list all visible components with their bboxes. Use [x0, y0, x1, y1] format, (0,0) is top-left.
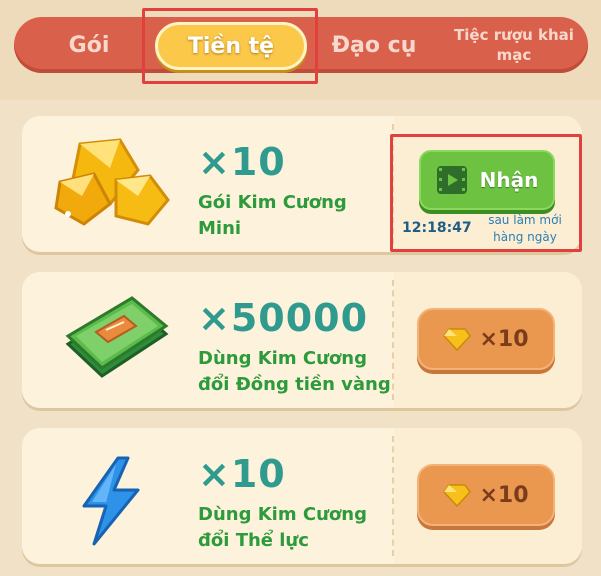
refresh-line1: sau làm mới: [488, 213, 562, 227]
offer-amount: ×10: [198, 140, 286, 184]
tab-party-label-line1: Tiệc rượu khai: [454, 26, 574, 44]
offer-description: Dùng Kim Cương đổi Đồng tiền vàng: [198, 346, 398, 398]
tab-party-label-line2: mạc: [496, 46, 532, 64]
offer-desc-line1: Gói Kim Cương: [198, 192, 347, 213]
tab-items-label: Đạo cụ: [331, 32, 417, 58]
tab-items[interactable]: Đạo cụ: [319, 17, 429, 73]
offer-description: Gói Kim Cương Mini: [198, 190, 398, 242]
cash-stack-icon: [65, 296, 169, 378]
buy-button[interactable]: ×10: [417, 308, 555, 370]
tab-currency-label: Tiền tệ: [187, 33, 275, 59]
diamond-icon: [443, 328, 472, 351]
diamond-icon: [443, 484, 472, 507]
lightning-icon: [82, 456, 140, 546]
price-label: ×10: [479, 482, 529, 508]
offer-amount: ×50000: [198, 296, 369, 340]
refresh-line2: hàng ngày: [493, 230, 557, 244]
price-label: ×10: [479, 326, 529, 352]
offer-desc-line1: Dùng Kim Cương: [198, 348, 367, 369]
gold-diamonds-icon: [54, 138, 170, 226]
offer-card-stamina: ×10 Dùng Kim Cương đổi Thể lực ×10: [22, 428, 582, 564]
video-icon: [436, 166, 467, 194]
tab-pack-label: Gói: [68, 32, 110, 58]
offer-card-mini-diamond: ×10 Gói Kim Cương Mini Nhận 12:18:47 sau…: [22, 116, 582, 252]
tab-opening-party[interactable]: Tiệc rượu khai mạc: [444, 17, 584, 73]
tab-pack[interactable]: Gói: [44, 17, 134, 73]
daily-refresh-note: sau làm mới hàng ngày: [484, 212, 566, 246]
claim-button[interactable]: Nhận: [419, 150, 555, 210]
offer-desc-line1: Dùng Kim Cương: [198, 504, 367, 525]
offer-amount: ×10: [198, 452, 286, 496]
offer-card-gold-coins: ×50000 Dùng Kim Cương đổi Đồng tiền vàng…: [22, 272, 582, 408]
offer-desc-line2: đổi Đồng tiền vàng: [198, 374, 391, 395]
buy-button[interactable]: ×10: [417, 464, 555, 526]
claim-button-label: Nhận: [479, 168, 539, 192]
countdown-timer: 12:18:47: [402, 220, 472, 236]
tab-currency[interactable]: Tiền tệ: [155, 22, 307, 70]
offer-description: Dùng Kim Cương đổi Thể lực: [198, 502, 398, 554]
offer-desc-line2: Mini: [198, 218, 242, 239]
offer-desc-line2: đổi Thể lực: [198, 530, 309, 551]
